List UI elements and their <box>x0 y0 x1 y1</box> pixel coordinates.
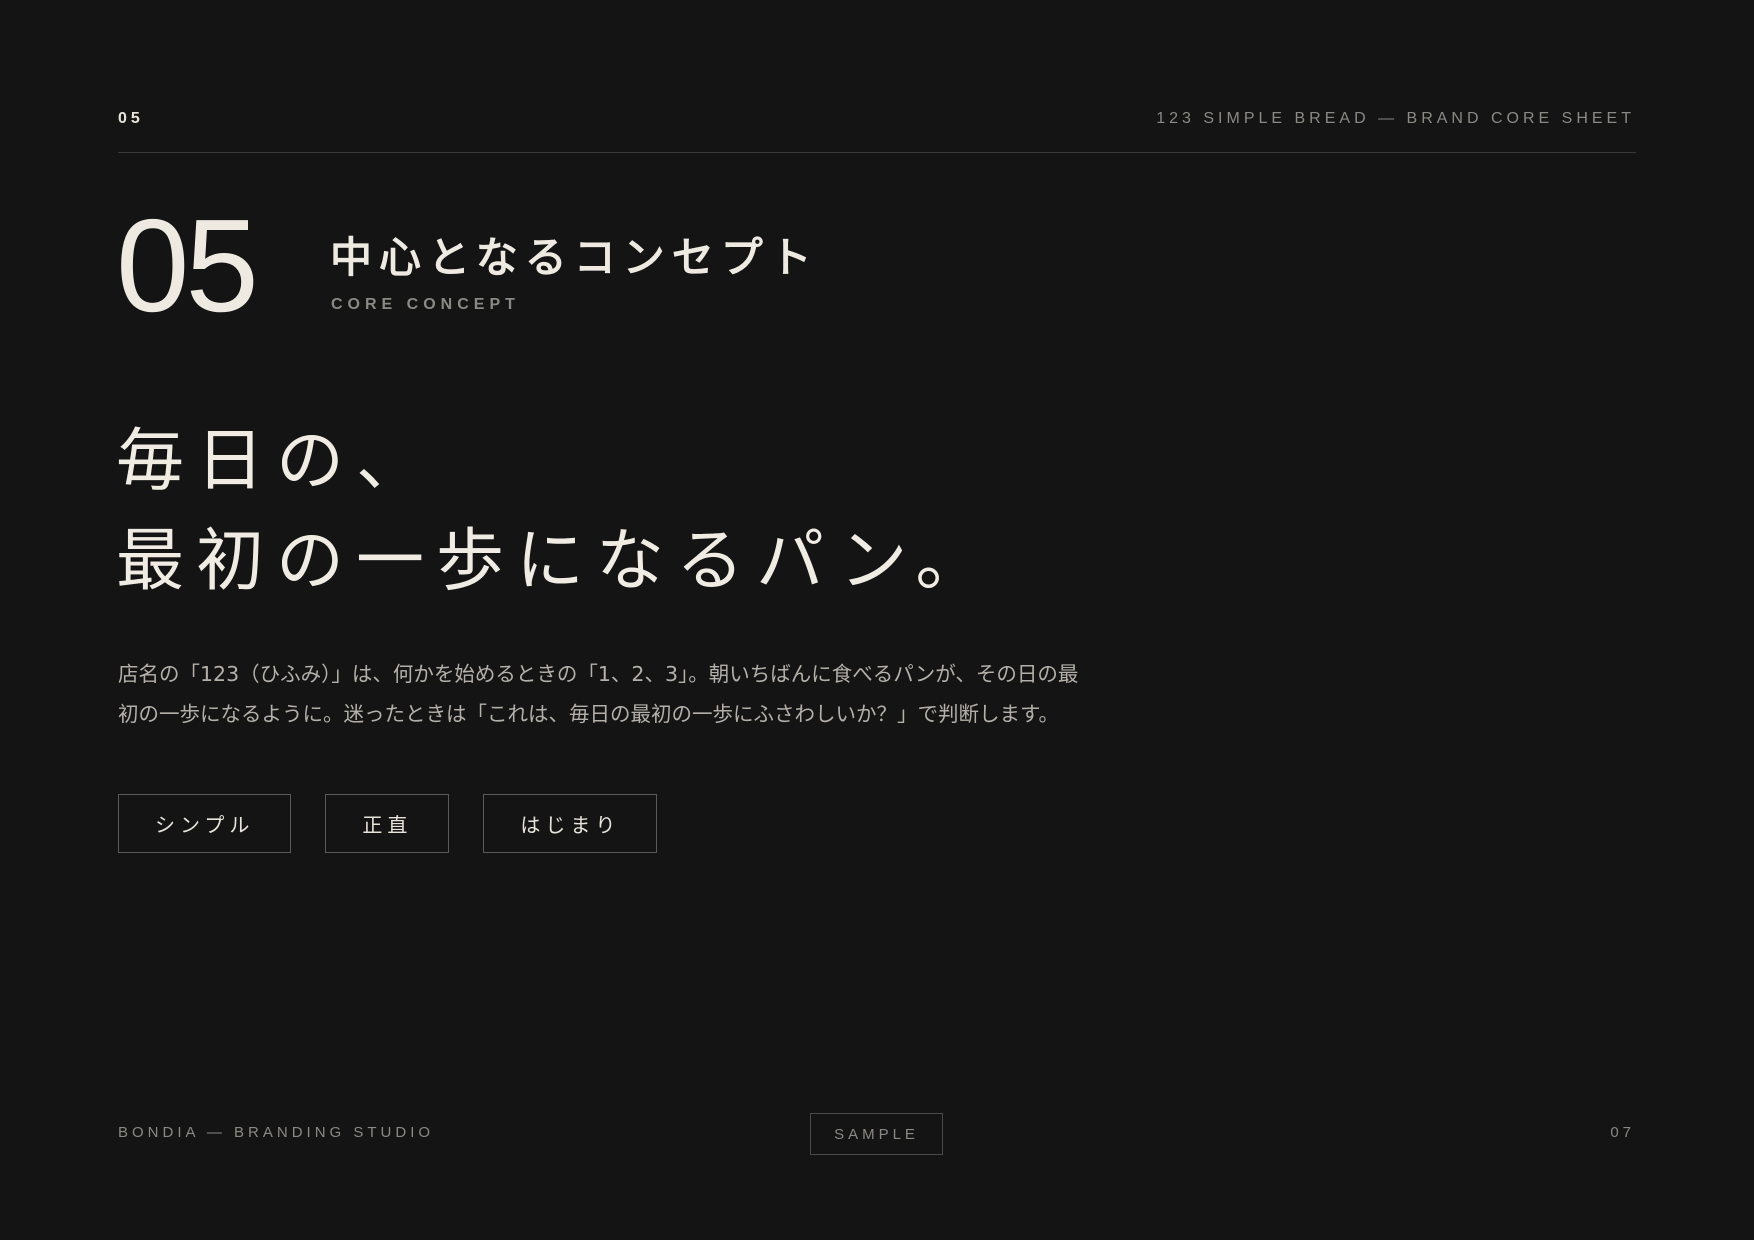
concept-headline: 毎日の、 最初の一歩になるパン。 <box>116 412 995 612</box>
footer-page-number: 07 <box>1610 1124 1635 1141</box>
description-line-1: 店名の「123（ひふみ）」は、何かを始めるときの「1、2、3」。朝いちばんに食べ… <box>118 662 1079 686</box>
sample-badge: SAMPLE <box>810 1113 943 1155</box>
section-number: 05 <box>116 192 259 339</box>
headline-line-2: 最初の一歩になるパン。 <box>116 522 996 601</box>
headline-line-1: 毎日の、 <box>116 422 437 501</box>
document-title: 123 SIMPLE BREAD — BRAND CORE SHEET <box>1156 110 1635 127</box>
concept-description: 店名の「123（ひふみ）」は、何かを始めるときの「1、2、3」。朝いちばんに食べ… <box>118 654 1208 734</box>
keyword-tag-honest: 正直 <box>325 794 450 853</box>
keyword-tag-beginning: はじまり <box>483 794 658 853</box>
keyword-tag-simple: シンプル <box>118 794 292 853</box>
section-title: 中心となるコンセプト <box>330 233 819 282</box>
header-divider <box>118 152 1636 153</box>
keyword-tags: シンプル 正直 はじまり <box>118 794 658 853</box>
section-subtitle: CORE CONCEPT <box>331 296 520 313</box>
footer-studio-name: BONDIA — BRANDING STUDIO <box>118 1124 435 1141</box>
header-page-number: 05 <box>118 110 144 127</box>
description-line-2: 初の一歩になるように。迷ったときは「これは、毎日の最初の一歩にふさわしいか？」で… <box>118 702 1059 726</box>
